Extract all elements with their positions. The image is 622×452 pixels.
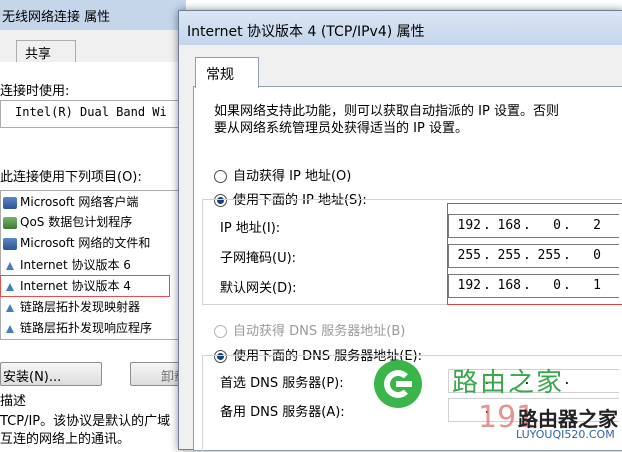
background-window: 无线网络连接 属性 共享 连接时使用: Intel(R) Dual Band W… bbox=[0, 0, 188, 448]
intro-line-2: 要从网络系统管理员处获得适当的 IP 设置。 bbox=[214, 121, 468, 136]
radio-auto-dns-label: 自动获得 DNS 服务器地址(B) bbox=[233, 324, 406, 339]
ip-address-label: IP 地址(I): bbox=[220, 221, 281, 236]
connect-using-label: 连接时使用: bbox=[0, 84, 70, 99]
watermark-brand-url: LUYOUQI520.COM bbox=[516, 428, 615, 441]
adapter-name: Intel(R) Dual Band Wi bbox=[15, 105, 167, 119]
list-item[interactable]: QoS 数据包计划程序 bbox=[3, 213, 132, 233]
list-item-label: 链路层拓扑发现响应程序 bbox=[20, 321, 153, 335]
items-label: 此连接使用下列项目(O): bbox=[0, 170, 142, 185]
dialog-title-bar[interactable]: Internet 协议版本 4 (TCP/IPv4) 属性 bbox=[179, 11, 622, 45]
list-item-label: Microsoft 网络的文件和 bbox=[20, 236, 151, 250]
radio-auto-ip-circle[interactable] bbox=[214, 170, 227, 183]
list-item-label: QoS 数据包计划程序 bbox=[20, 215, 133, 229]
radio-auto-dns-circle[interactable] bbox=[214, 325, 227, 338]
preferred-dns-label: 首选 DNS 服务器(P): bbox=[220, 376, 344, 391]
file-share-icon bbox=[3, 237, 17, 250]
default-gateway-label: 默认网关(D): bbox=[220, 281, 297, 296]
list-item[interactable]: Microsoft 网络的文件和 bbox=[3, 234, 150, 254]
component-list[interactable]: Microsoft 网络客户端 QoS 数据包计划程序 Microsoft 网络… bbox=[0, 190, 182, 340]
list-item[interactable]: 链路层拓扑发现响应程序 bbox=[3, 319, 152, 339]
description-line-1: TCP/IP。该协议是默认的广域 bbox=[0, 414, 171, 429]
tab-general[interactable]: 常规 bbox=[195, 57, 259, 88]
protocol-icon bbox=[3, 260, 17, 272]
tab-general-label: 常规 bbox=[206, 67, 234, 83]
background-tab-strip: 共享 bbox=[0, 40, 186, 63]
radio-auto-dns[interactable]: 自动获得 DNS 服务器地址(B) bbox=[214, 320, 405, 340]
tab-share-label: 共享 bbox=[25, 47, 52, 62]
watermark-site-name: 路由之家 bbox=[452, 368, 565, 398]
list-item[interactable]: Internet 协议版本 6 bbox=[3, 256, 131, 276]
ipv4-highlight-box bbox=[0, 275, 170, 297]
list-item-label: Internet 协议版本 6 bbox=[20, 258, 131, 272]
dialog-tab-strip: 常规 bbox=[179, 57, 622, 88]
intro-line-1: 如果网络支持此功能，则可以获取自动指派的 IP 设置。否则 bbox=[214, 104, 559, 119]
description-line-2: 互连的网络上的通讯。 bbox=[0, 432, 131, 447]
watermark-logo-icon bbox=[374, 360, 422, 408]
radio-auto-ip[interactable]: 自动获得 IP 地址(O) bbox=[214, 165, 351, 185]
ip-highlight-box bbox=[447, 203, 622, 305]
protocol-icon bbox=[3, 302, 17, 314]
install-button-label: 安装(N)... bbox=[3, 370, 62, 385]
description-title: 描述 bbox=[0, 394, 27, 409]
subnet-mask-label: 子网掩码(U): bbox=[220, 251, 297, 266]
intro-text: 如果网络支持此功能，则可以获取自动指派的 IP 设置。否则 要从网络系统管理员处… bbox=[214, 103, 622, 137]
protocol-icon bbox=[3, 323, 17, 335]
install-button[interactable]: 安装(N)... bbox=[0, 362, 102, 386]
dialog-title: Internet 协议版本 4 (TCP/IPv4) 属性 bbox=[187, 24, 425, 40]
tab-share[interactable]: 共享 bbox=[16, 40, 76, 62]
background-title: 无线网络连接 属性 bbox=[2, 10, 111, 25]
adapter-field: Intel(R) Dual Band Wi bbox=[0, 100, 182, 128]
list-item[interactable]: 链路层拓扑发现映射器 bbox=[3, 298, 140, 318]
radio-auto-ip-label: 自动获得 IP 地址(O) bbox=[233, 169, 352, 184]
alternate-dns-label: 备用 DNS 服务器(A): bbox=[220, 405, 345, 420]
list-item-label: Microsoft 网络客户端 bbox=[20, 195, 139, 209]
qos-icon bbox=[3, 216, 17, 229]
network-client-icon bbox=[3, 196, 17, 209]
list-item[interactable]: Microsoft 网络客户端 bbox=[3, 193, 138, 213]
list-item-label: 链路层拓扑发现映射器 bbox=[20, 300, 141, 314]
background-title-bar: 无线网络连接 属性 bbox=[0, 0, 186, 30]
